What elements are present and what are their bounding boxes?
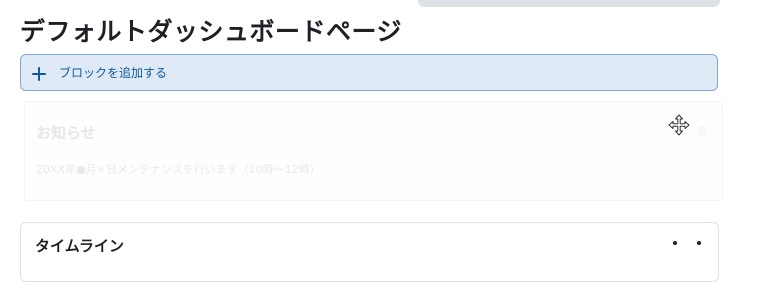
block-notice-title: お知らせ bbox=[36, 124, 96, 142]
block-notice-body: 20XX年●月×日メンテナンスを行います（10時〜12時） bbox=[36, 163, 321, 176]
top-overlay-bar bbox=[418, 0, 720, 7]
page-title: デフォルトダッシュボードページ bbox=[20, 17, 403, 46]
block-notice-actions[interactable]: ⚙ ⋮ bbox=[697, 124, 724, 138]
block-timeline-title: タイムライン bbox=[35, 237, 124, 255]
kebab-menu-icon[interactable] bbox=[667, 237, 707, 253]
add-block-button[interactable]: ブロックを追加する bbox=[20, 54, 718, 91]
plus-icon bbox=[32, 66, 46, 81]
block-notice[interactable]: お知らせ 20XX年●月×日メンテナンスを行います（10時〜12時） ⚙ ⋮ bbox=[24, 101, 724, 201]
block-timeline[interactable]: タイムライン bbox=[20, 222, 719, 282]
add-block-label: ブロックを追加する bbox=[59, 66, 168, 80]
move-icon[interactable] bbox=[668, 114, 690, 136]
